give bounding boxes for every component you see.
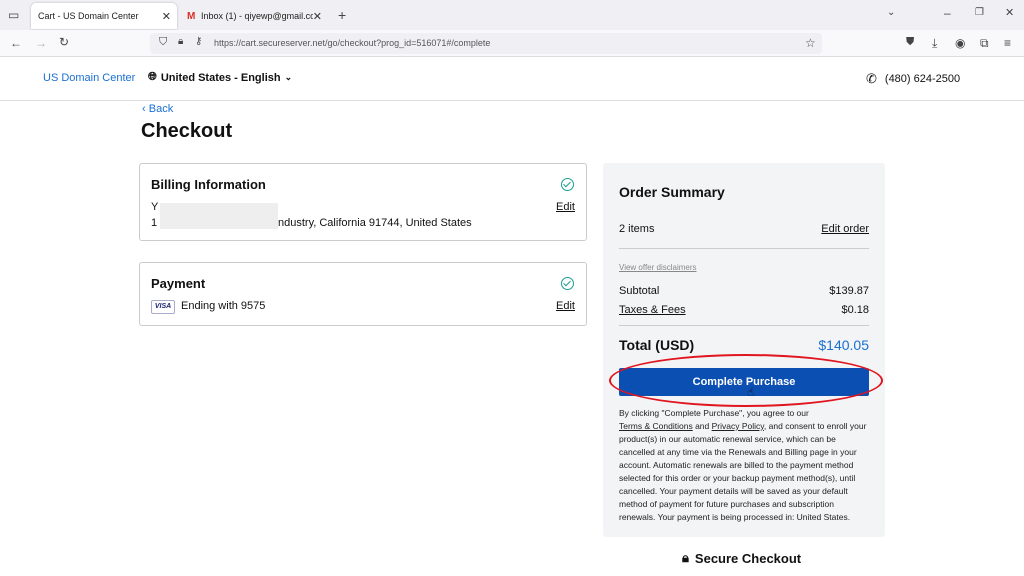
close-window-icon[interactable]: ✕ [1005,8,1014,19]
subtotal-row: Subtotal $139.87 [619,285,869,297]
phone-contact[interactable]: ✆ (480) 624-2500 [866,71,960,87]
secure-label: Secure Checkout [694,550,802,566]
lock-icon[interactable]: 🔒︎ [178,37,183,47]
chevron-down-icon[interactable]: ⌄ [887,8,895,18]
check-circle-icon [561,277,574,290]
page-title: Checkout [141,120,233,142]
items-row: 2 items Edit order [619,223,869,235]
billing-card: Billing Information Y 1 ndustry, Califor… [139,163,587,241]
lock-icon: 🔒︎ [682,550,689,565]
cursor-hand-icon: ☝︎ [747,385,755,399]
visa-card-icon: VISA [151,300,175,314]
brand-link[interactable]: US Domain Center [43,72,135,84]
chevron-down-icon: ⌄ [284,72,293,82]
total-value: $140.05 [818,337,869,353]
pocket-icon[interactable]: ⛊ [906,37,914,48]
legal-intro: By clicking "Complete Purchase", you agr… [619,408,809,418]
redacted-block [160,203,278,229]
card-ending: Ending with 9575 [181,300,266,312]
bookmark-star-icon[interactable]: ☆ [805,37,816,49]
minimize-icon[interactable]: – [944,7,951,19]
edit-payment-link[interactable]: Edit [556,300,575,312]
address-bar[interactable]: ⛉ 🔒︎ ⚷ https://cart.secureserver.net/go/… [150,33,822,54]
tab-cart-label: Cart - US Domain Center [38,11,139,21]
globe-icon: 🌐︎ [148,71,157,83]
key-icon[interactable]: ⚷ [195,37,202,47]
divider [619,248,869,249]
items-count: 2 items [619,223,655,235]
reload-icon[interactable]: ↻ [59,36,69,48]
browser-toolbar: ← → ↻ ⛉ 🔒︎ ⚷ https://cart.secureserver.n… [0,30,1024,57]
legal-body: , and consent to enroll your product(s) … [619,421,867,522]
menu-icon[interactable]: ≡ [1004,37,1011,49]
legal-and: and [695,421,710,431]
billing-heading: Billing Information [151,177,266,192]
extensions-icon[interactable]: ⧉ [980,37,989,49]
shield-icon[interactable]: ⛉ [159,37,167,48]
gmail-icon: M [187,10,196,22]
subtotal-value: $139.87 [829,285,869,297]
subtotal-label: Subtotal [619,285,660,297]
terms-link[interactable]: Terms & Conditions [619,421,693,431]
payment-heading: Payment [151,276,206,291]
secure-checkout: 🔒︎ Secure Checkout [682,550,801,566]
chevron-left-icon: ‹ [142,103,149,115]
account-icon[interactable]: ◉ [955,37,965,49]
forward-arrow-icon[interactable]: → [35,37,47,49]
new-tab-icon[interactable]: + [338,8,346,22]
payment-card: Payment VISA Ending with 9575 Edit [139,262,587,326]
tab-list-icon[interactable]: ▭ [8,9,19,21]
back-arrow-icon[interactable]: ← [10,37,22,49]
tab-cart[interactable]: Cart - US Domain Center ✕ [31,3,177,29]
divider [619,325,869,326]
phone-number: (480) 624-2500 [884,73,961,85]
download-icon[interactable]: ⤓ [932,37,937,49]
highlight-ellipse [609,354,883,407]
edit-billing-link[interactable]: Edit [556,201,575,213]
privacy-link[interactable]: Privacy Policy [712,421,764,431]
total-label: Total (USD) [619,337,695,353]
locale-label: United States - English [160,71,281,84]
tab-inbox-label: Inbox (1) - qiyewp@gmail.com [201,11,313,21]
billing-name: Y [151,201,159,213]
url-text[interactable]: https://cart.secureserver.net/go/checkou… [214,38,490,48]
site-header: US Domain Center 🌐︎ United States - Engl… [0,57,1024,101]
check-circle-icon [561,178,574,191]
close-tab-icon[interactable]: ✕ [313,10,322,23]
back-link[interactable]: ‹ Back [142,103,173,115]
restore-icon[interactable]: ❐ [975,8,984,18]
edit-order-link[interactable]: Edit order [821,223,869,235]
tab-inbox[interactable]: M Inbox (1) - qiyewp@gmail.com ✕ [180,3,328,29]
phone-icon: ✆ [866,71,877,86]
back-label: Back [148,103,174,115]
locale-selector[interactable]: 🌐︎ United States - English ⌄ [148,71,292,84]
billing-address: ndustry, California 91744, United States [278,217,472,229]
summary-heading: Order Summary [619,184,725,200]
billing-address-prefix: 1 [151,217,158,229]
taxes-value: $0.18 [841,304,869,316]
taxes-row: Taxes & Fees $0.18 [619,304,869,316]
order-summary: Order Summary 2 items Edit order View of… [603,163,885,537]
total-row: Total (USD) $140.05 [619,337,869,353]
browser-tab-bar: ▭ Cart - US Domain Center ✕ M Inbox (1) … [0,0,1024,30]
disclaimers-link[interactable]: View offer disclaimers [619,263,697,272]
taxes-label[interactable]: Taxes & Fees [619,304,686,316]
legal-text: By clicking "Complete Purchase", you agr… [619,407,871,524]
close-tab-icon[interactable]: ✕ [162,10,171,23]
